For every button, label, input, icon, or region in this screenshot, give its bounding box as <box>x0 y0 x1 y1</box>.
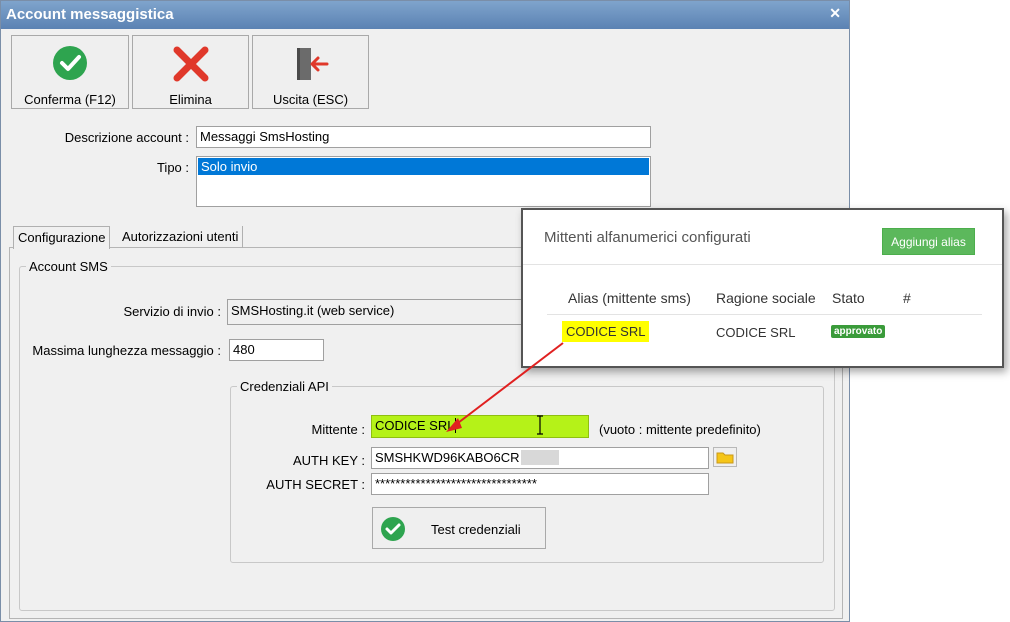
pointer-arrow <box>446 342 564 432</box>
